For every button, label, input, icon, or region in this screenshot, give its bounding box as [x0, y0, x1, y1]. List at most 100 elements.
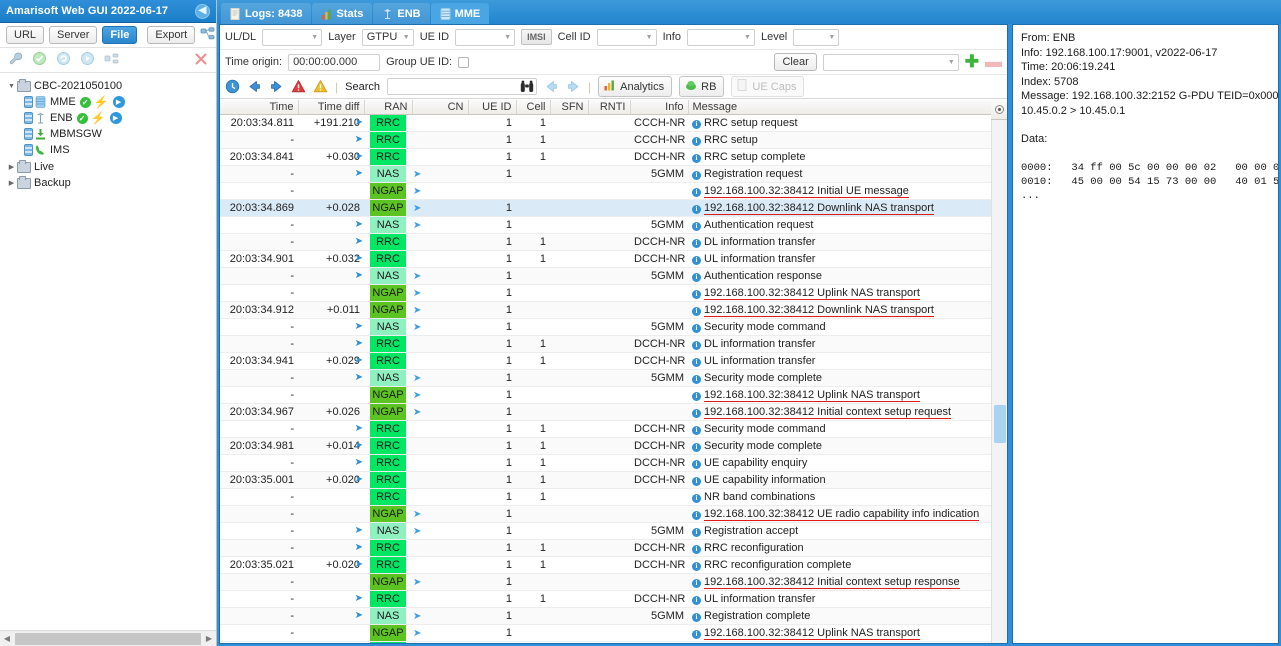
check-icon[interactable]: ✓ — [76, 112, 88, 124]
preset-select[interactable]: ▼ — [822, 53, 959, 71]
warning-icon[interactable] — [313, 79, 328, 94]
info-icon[interactable]: i — [692, 612, 701, 622]
close-icon[interactable] — [194, 52, 208, 69]
collapse-arrow-icon[interactable]: ▶ — [6, 179, 17, 187]
scrollbar-thumb[interactable] — [994, 405, 1006, 443]
table-row[interactable]: 20:03:34.869 +0.028 NGAP ➤ 1 i 192.168.100.32:… — [220, 199, 992, 217]
table-row[interactable]: 20:03:35.001 +0.020 ➤ RRC 1 1 DCCH-NR i UE capab… — [220, 471, 992, 489]
table-row[interactable]: -➤ RRC 11 DCCH-NRiUL information transfer — [220, 641, 992, 643]
info-select[interactable]: ▼ — [686, 28, 755, 46]
info-icon[interactable]: i — [692, 153, 701, 163]
sidebar-horizontal-scrollbar[interactable]: ◀ ▶ — [0, 630, 216, 646]
check-icon[interactable]: ✓ — [79, 96, 91, 108]
tree-node-cbc[interactable]: ▼ CBC-2021050100 — [0, 78, 216, 94]
column-options-icon[interactable] — [994, 105, 1004, 114]
table-row[interactable]: - ➤ NAS ➤ 1 5GMM i Security mode command — [220, 318, 992, 336]
arrow-left-blue-icon[interactable] — [247, 79, 262, 94]
server-button[interactable]: Server — [49, 26, 98, 44]
table-row[interactable]: 20:03:35.021 +0.020 ➤ RRC 1 1 DCCH-NR i RRC reco… — [220, 556, 992, 574]
table-row[interactable]: - NGAP ➤ 1 i 192.168.100.32:38412 UE radio ca… — [220, 505, 992, 523]
table-row[interactable]: - ➤ RRC 1 1 DCCH-NR i RRC reconfiguration — [220, 539, 992, 557]
group-ueid-checkbox[interactable] — [458, 56, 470, 68]
export-button[interactable]: Export — [147, 26, 196, 44]
collapse-arrow-icon[interactable]: ▶ — [6, 163, 17, 171]
ue-caps-button[interactable]: UE Caps — [731, 76, 805, 97]
table-vertical-scrollbar[interactable] — [991, 120, 1007, 643]
table-row[interactable]: - NGAP ➤ 1 i 192.168.100.32:38412 Uplink NAS … — [220, 386, 992, 404]
info-icon[interactable]: i — [692, 476, 701, 486]
table-row[interactable]: - ➤ RRC 1 1 DCCH-NR i Security mode command — [220, 420, 992, 438]
info-icon[interactable]: i — [692, 187, 701, 197]
info-icon[interactable]: i — [692, 425, 701, 435]
scroll-right-icon[interactable]: ▶ — [202, 634, 216, 643]
tree-node-live[interactable]: ▶ Live — [0, 159, 216, 175]
info-icon[interactable]: i — [692, 119, 701, 129]
info-icon[interactable]: i — [692, 340, 701, 350]
imsi-button[interactable]: IMSI — [521, 29, 552, 45]
column-header-time[interactable]: Time — [220, 100, 299, 115]
column-header-info[interactable]: Info — [630, 100, 689, 115]
table-row[interactable]: - NGAP ➤ 1 i 192.168.100.32:38412 Uplink NAS … — [220, 284, 992, 302]
info-icon[interactable]: i — [692, 459, 701, 469]
tree-node-mme[interactable]: MME ✓ ⚡ ▶ — [0, 94, 216, 110]
table-row[interactable]: 20:03:34.981 +0.014 ➤ RRC 1 1 DCCH-NR i Security… — [220, 437, 992, 455]
wrench-icon[interactable] — [8, 51, 23, 69]
add-preset-icon[interactable]: ✚ — [965, 53, 979, 70]
refresh-icon[interactable] — [56, 51, 71, 69]
time-origin-input[interactable] — [288, 53, 381, 71]
table-row[interactable]: 20:03:34.901 +0.032 ➤ RRC 1 1 DCCH-NR i UL infor… — [220, 250, 992, 268]
tree-node-mbmsgw[interactable]: MBMSGW — [0, 126, 216, 142]
table-row[interactable]: - ➤ RRC 1 1 CCCH-NR i RRC setup — [220, 131, 992, 149]
info-icon[interactable]: i — [692, 272, 701, 282]
search-prev-icon[interactable] — [544, 79, 559, 94]
table-row[interactable]: 20:03:34.841 +0.030 ➤ RRC 1 1 DCCH-NR i RRC setu… — [220, 148, 992, 166]
tab-logs[interactable]: Logs: 8438 — [221, 3, 312, 24]
analytics-button[interactable]: Analytics — [598, 76, 673, 97]
table-row[interactable]: - ➤ NAS ➤ 1 5GMM i Security mode complete — [220, 369, 992, 387]
column-header-sfn[interactable]: SFN — [550, 100, 589, 115]
info-icon[interactable]: i — [692, 493, 701, 503]
info-icon[interactable]: i — [692, 391, 701, 401]
ueid-select[interactable]: ▼ — [455, 28, 516, 46]
table-row[interactable]: - ➤ NAS ➤ 1 5GMM i Authentication response — [220, 267, 992, 285]
info-icon[interactable]: i — [692, 527, 701, 537]
tree-node-backup[interactable]: ▶ Backup — [0, 175, 216, 191]
column-header-ran[interactable]: RAN — [364, 100, 413, 115]
tab-mme[interactable]: MME — [430, 3, 490, 24]
search-next-icon[interactable] — [566, 79, 581, 94]
info-icon[interactable]: i — [692, 408, 701, 418]
remove-preset-icon[interactable]: ▬ — [985, 53, 1002, 70]
table-row[interactable]: 20:03:34.811 +191.210 ➤ RRC 1 1 CCCH-NR i RRC se… — [220, 114, 992, 132]
info-icon[interactable]: i — [692, 510, 701, 520]
info-icon[interactable]: i — [692, 323, 701, 333]
info-icon[interactable]: i — [692, 544, 701, 554]
clear-button[interactable]: Clear — [774, 53, 817, 71]
table-row[interactable]: - ➤ NAS ➤ 1 5GMM i Registration accept — [220, 522, 992, 540]
error-icon[interactable] — [291, 79, 306, 94]
info-icon[interactable]: i — [692, 595, 701, 605]
table-row[interactable]: - NGAP ➤ 1 i 192.168.100.32:38412 Uplink NAS … — [220, 624, 992, 642]
check-circle-icon[interactable] — [32, 51, 47, 69]
rb-button[interactable]: RB — [679, 76, 725, 97]
url-button[interactable]: URL — [6, 26, 45, 44]
table-row[interactable]: - ➤ RRC 1 1 DCCH-NR i UE capability enquiry — [220, 454, 992, 472]
column-header-cn[interactable]: CN — [412, 100, 469, 115]
table-row[interactable]: - ➤ NAS ➤ 1 5GMM i Authentication request — [220, 216, 992, 234]
table-row[interactable]: 20:03:34.967 +0.026 NGAP ➤ 1 i 192.168.100.32:… — [220, 403, 992, 421]
info-icon[interactable]: i — [692, 221, 701, 231]
plug-icon[interactable] — [104, 51, 119, 69]
table-row[interactable]: - ➤ RRC 1 1 DCCH-NR i DL information transfer — [220, 233, 992, 251]
table-row[interactable]: - NGAP ➤ i 192.168.100.32:38412 Initial UE m… — [220, 182, 992, 200]
layer-select[interactable]: GTPU ▼ — [361, 28, 414, 46]
column-header-cell[interactable]: Cell — [516, 100, 551, 115]
info-icon[interactable]: i — [692, 170, 701, 180]
play-icon[interactable]: ▶ — [112, 96, 125, 108]
info-icon[interactable]: i — [692, 578, 701, 588]
info-icon[interactable]: i — [692, 374, 701, 384]
bolt-icon[interactable]: ⚡ — [94, 96, 109, 108]
uldl-select[interactable]: ▼ — [262, 28, 323, 46]
table-row[interactable]: - ➤ RRC 1 1 DCCH-NR i DL information transfer — [220, 335, 992, 353]
info-icon[interactable]: i — [692, 442, 701, 452]
tab-stats[interactable]: Stats — [312, 3, 373, 24]
info-icon[interactable]: i — [692, 629, 701, 639]
